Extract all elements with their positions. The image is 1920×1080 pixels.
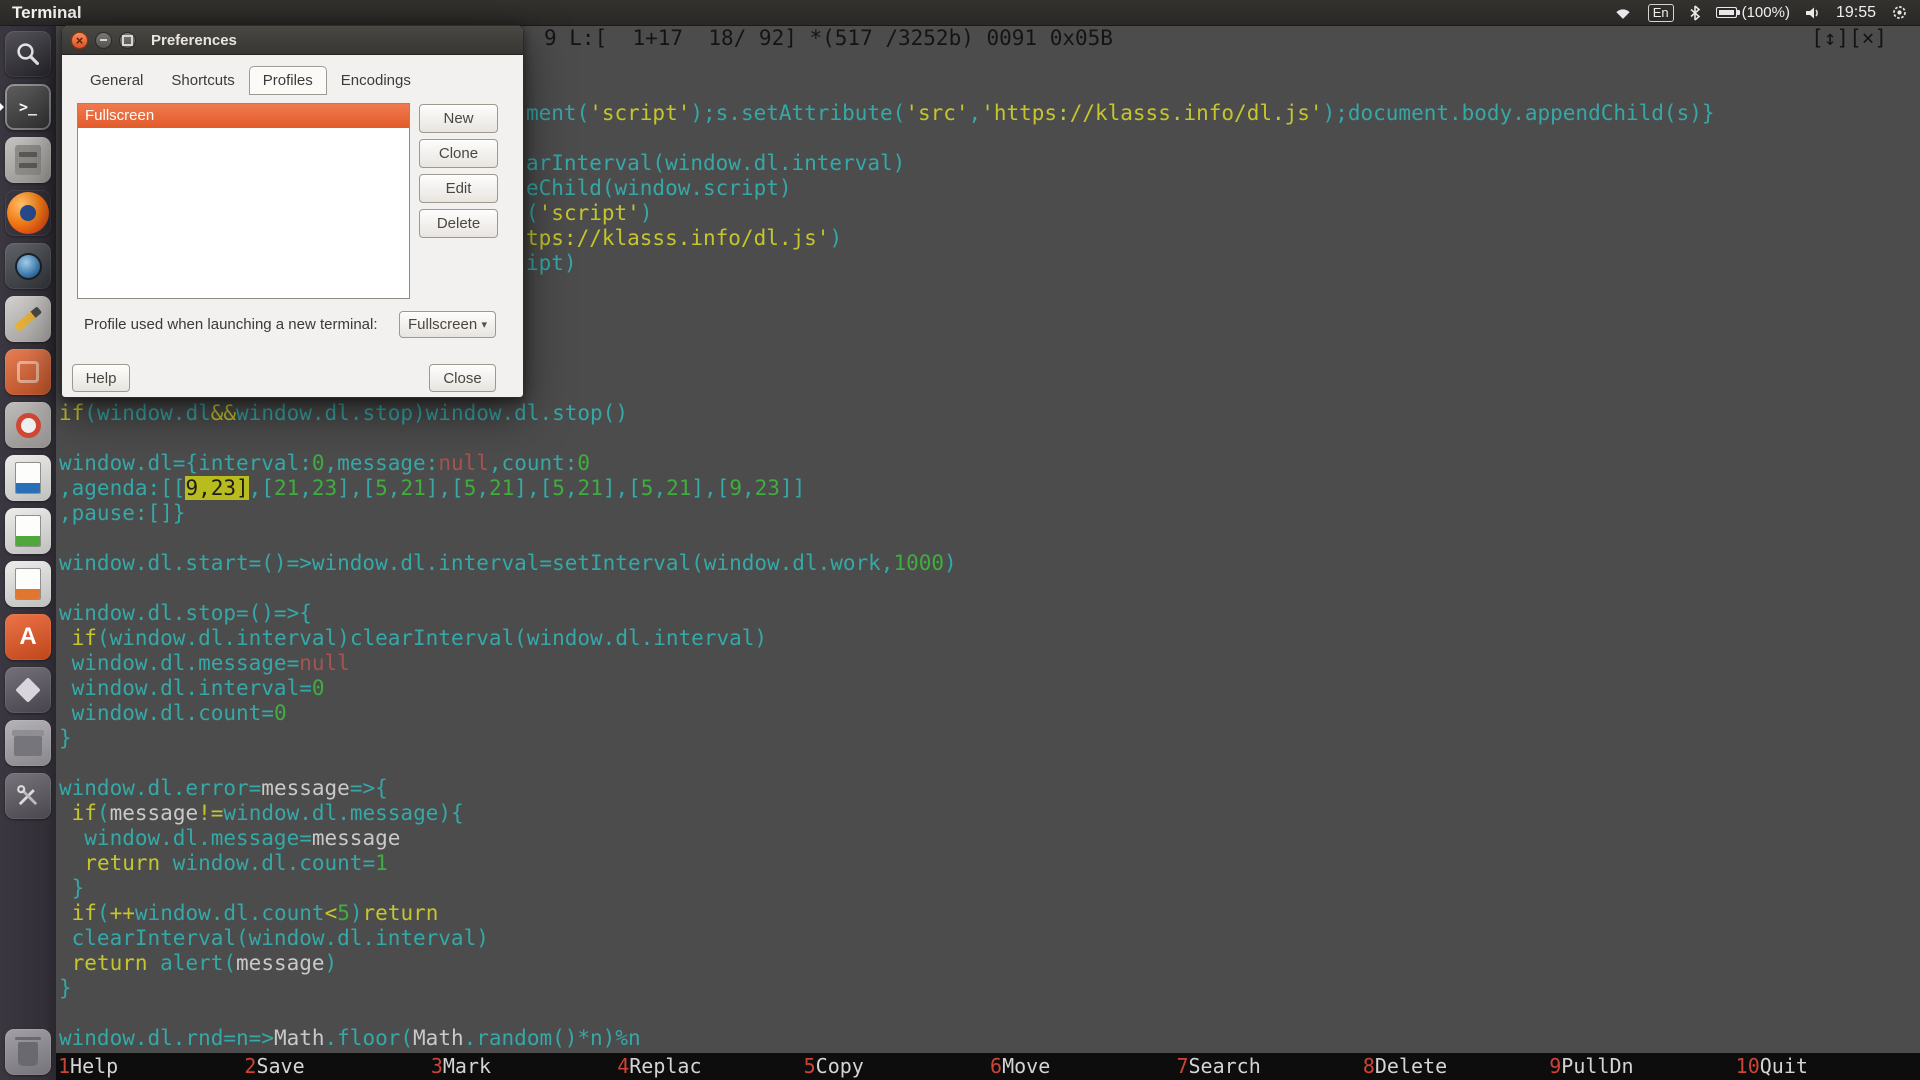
code-line: if(message!=window.dl.message){: [59, 801, 464, 826]
network-icon[interactable]: [1613, 5, 1633, 21]
code-line: clearInterval(window.dl.interval): [59, 926, 489, 951]
dialog-bottom-row: Help Close: [72, 364, 496, 392]
code-line: ('script'): [526, 201, 652, 226]
new-profile-button[interactable]: New: [419, 104, 498, 133]
default-profile-value: Fullscreen: [408, 316, 477, 333]
launcher-item-libreoffice-writer[interactable]: [5, 455, 51, 501]
chevron-down-icon: ▾: [481, 318, 487, 331]
unity-launcher: >_ A: [0, 26, 56, 1080]
battery-icon: [1716, 7, 1737, 18]
tab-profiles[interactable]: Profiles: [249, 66, 327, 95]
code-line: }: [59, 876, 84, 901]
code-line: window.dl.message=null: [59, 651, 350, 676]
close-window-icon[interactable]: ×: [71, 32, 88, 49]
maximize-window-icon[interactable]: [119, 32, 136, 49]
launcher-item-trash[interactable]: [5, 1029, 51, 1075]
launcher-item-camera-app[interactable]: [5, 243, 51, 289]
launcher-item-firefox[interactable]: [5, 190, 51, 236]
editor-status-line: 9 L:[ 1+17 18/ 92] *(517 /3252b) 0091 0x…: [544, 26, 1113, 51]
dialog-title: Preferences: [151, 32, 237, 49]
code-line: window.dl.count=0: [59, 701, 287, 726]
default-profile-row: Profile used when launching a new termin…: [84, 310, 496, 338]
clone-profile-button[interactable]: Clone: [419, 139, 498, 168]
edit-profile-button[interactable]: Edit: [419, 174, 498, 203]
keybar-item-help[interactable]: 1Help: [56, 1053, 242, 1080]
profile-row[interactable]: Fullscreen: [78, 104, 409, 128]
editor-window-controls: [↕][×]: [1811, 26, 1887, 51]
default-profile-dropdown[interactable]: Fullscreen ▾: [399, 311, 496, 338]
tab-shortcuts[interactable]: Shortcuts: [157, 66, 248, 95]
keybar-item-replac[interactable]: 4Replac: [615, 1053, 801, 1080]
code-line: if(window.dl.interval)clearInterval(wind…: [59, 626, 767, 651]
session-menu-icon[interactable]: [1891, 4, 1908, 21]
keybar-item-copy[interactable]: 5Copy: [802, 1053, 988, 1080]
battery-indicator[interactable]: (100%): [1716, 4, 1790, 21]
code-line: eChild(window.script): [526, 176, 792, 201]
system-tray: En (100%) 19:55: [1613, 4, 1920, 22]
code-line: }: [59, 726, 72, 751]
battery-percent: (100%): [1742, 4, 1790, 21]
code-line: }: [59, 976, 72, 1001]
launcher-item-libreoffice-impress[interactable]: [5, 561, 51, 607]
code-line: ipt): [526, 251, 577, 276]
keybar-item-save[interactable]: 2Save: [242, 1053, 428, 1080]
launcher-item-ubuntu-software[interactable]: A: [5, 614, 51, 660]
keybar-item-move[interactable]: 6Move: [988, 1053, 1174, 1080]
code-line: window.dl.start=()=>window.dl.interval=s…: [59, 551, 957, 576]
editor-close-button[interactable]: [×]: [1849, 26, 1887, 50]
dialog-titlebar[interactable]: × Preferences: [62, 26, 523, 55]
delete-profile-button[interactable]: Delete: [419, 209, 498, 238]
code-line: window.dl.rnd=n=>Math.floor(Math.random(…: [59, 1026, 641, 1051]
dialog-tabs: GeneralShortcutsProfilesEncodings: [76, 66, 425, 95]
keybar-item-delete[interactable]: 8Delete: [1361, 1053, 1547, 1080]
launcher-item-terminal[interactable]: >_: [5, 84, 51, 130]
tab-general[interactable]: General: [76, 66, 157, 95]
keybar-item-quit[interactable]: 10Quit: [1734, 1053, 1920, 1080]
code-line: window.dl={interval:0,message:null,count…: [59, 451, 590, 476]
launcher-item-files[interactable]: [5, 137, 51, 183]
code-line: ,pause:[]}: [59, 501, 185, 526]
launcher-item-system-tools[interactable]: [5, 773, 51, 819]
code-line: window.dl.stop=()=>{: [59, 601, 312, 626]
code-line: ment('script');s.setAttribute('src','htt…: [526, 101, 1715, 126]
clock[interactable]: 19:55: [1836, 4, 1876, 22]
bluetooth-icon[interactable]: [1689, 5, 1701, 21]
top-panel: Terminal En (100%) 19:55: [0, 0, 1920, 26]
code-line: return alert(message): [59, 951, 337, 976]
close-button[interactable]: Close: [429, 364, 496, 392]
running-indicator: [0, 101, 4, 113]
code-line: tps://klasss.info/dl.js'): [526, 226, 842, 251]
preferences-dialog: × Preferences GeneralShortcutsProfilesEn…: [61, 25, 524, 398]
keybar-item-search[interactable]: 7Search: [1174, 1053, 1360, 1080]
active-app-title: Terminal: [12, 3, 82, 23]
profile-action-buttons: New Clone Edit Delete: [419, 104, 498, 238]
code-line: arInterval(window.dl.interval): [526, 151, 905, 176]
keybar-item-pulldn[interactable]: 9PullDn: [1547, 1053, 1733, 1080]
launcher-item-orange-app[interactable]: [5, 349, 51, 395]
volume-icon[interactable]: [1805, 6, 1821, 20]
code-line: window.dl.message=message: [59, 826, 400, 851]
profiles-list: Fullscreen: [77, 103, 410, 299]
keybar-item-mark[interactable]: 3Mark: [429, 1053, 615, 1080]
code-line: ,agenda:[[9,23],[21,23],[5,21],[5,21],[5…: [59, 476, 805, 501]
code-line: if(++window.dl.count<5)return: [59, 901, 438, 926]
code-line: if(window.dl&&window.dl.stop)window.dl.s…: [59, 401, 628, 426]
code-line: window.dl.interval=0: [59, 676, 325, 701]
keyboard-layout-indicator[interactable]: En: [1648, 4, 1674, 22]
editor-maximize-button[interactable]: [↕]: [1811, 26, 1849, 50]
default-profile-label: Profile used when launching a new termin…: [84, 316, 378, 333]
tab-encodings[interactable]: Encodings: [327, 66, 425, 95]
minimize-window-icon[interactable]: [95, 32, 112, 49]
code-line: return window.dl.count=1: [59, 851, 388, 876]
launcher-item-dash-home[interactable]: [5, 31, 51, 77]
keybar: 1Help2Save3Mark4Replac5Copy6Move7Search8…: [56, 1053, 1920, 1080]
code-line: window.dl.error=message=>{: [59, 776, 388, 801]
launcher-item-text-editor[interactable]: [5, 296, 51, 342]
help-button[interactable]: Help: [72, 364, 130, 392]
launcher-item-media-app[interactable]: [5, 402, 51, 448]
launcher-item-archive-app[interactable]: [5, 720, 51, 766]
launcher-item-libreoffice-calc[interactable]: [5, 508, 51, 554]
launcher-item-diamond-app[interactable]: [5, 667, 51, 713]
